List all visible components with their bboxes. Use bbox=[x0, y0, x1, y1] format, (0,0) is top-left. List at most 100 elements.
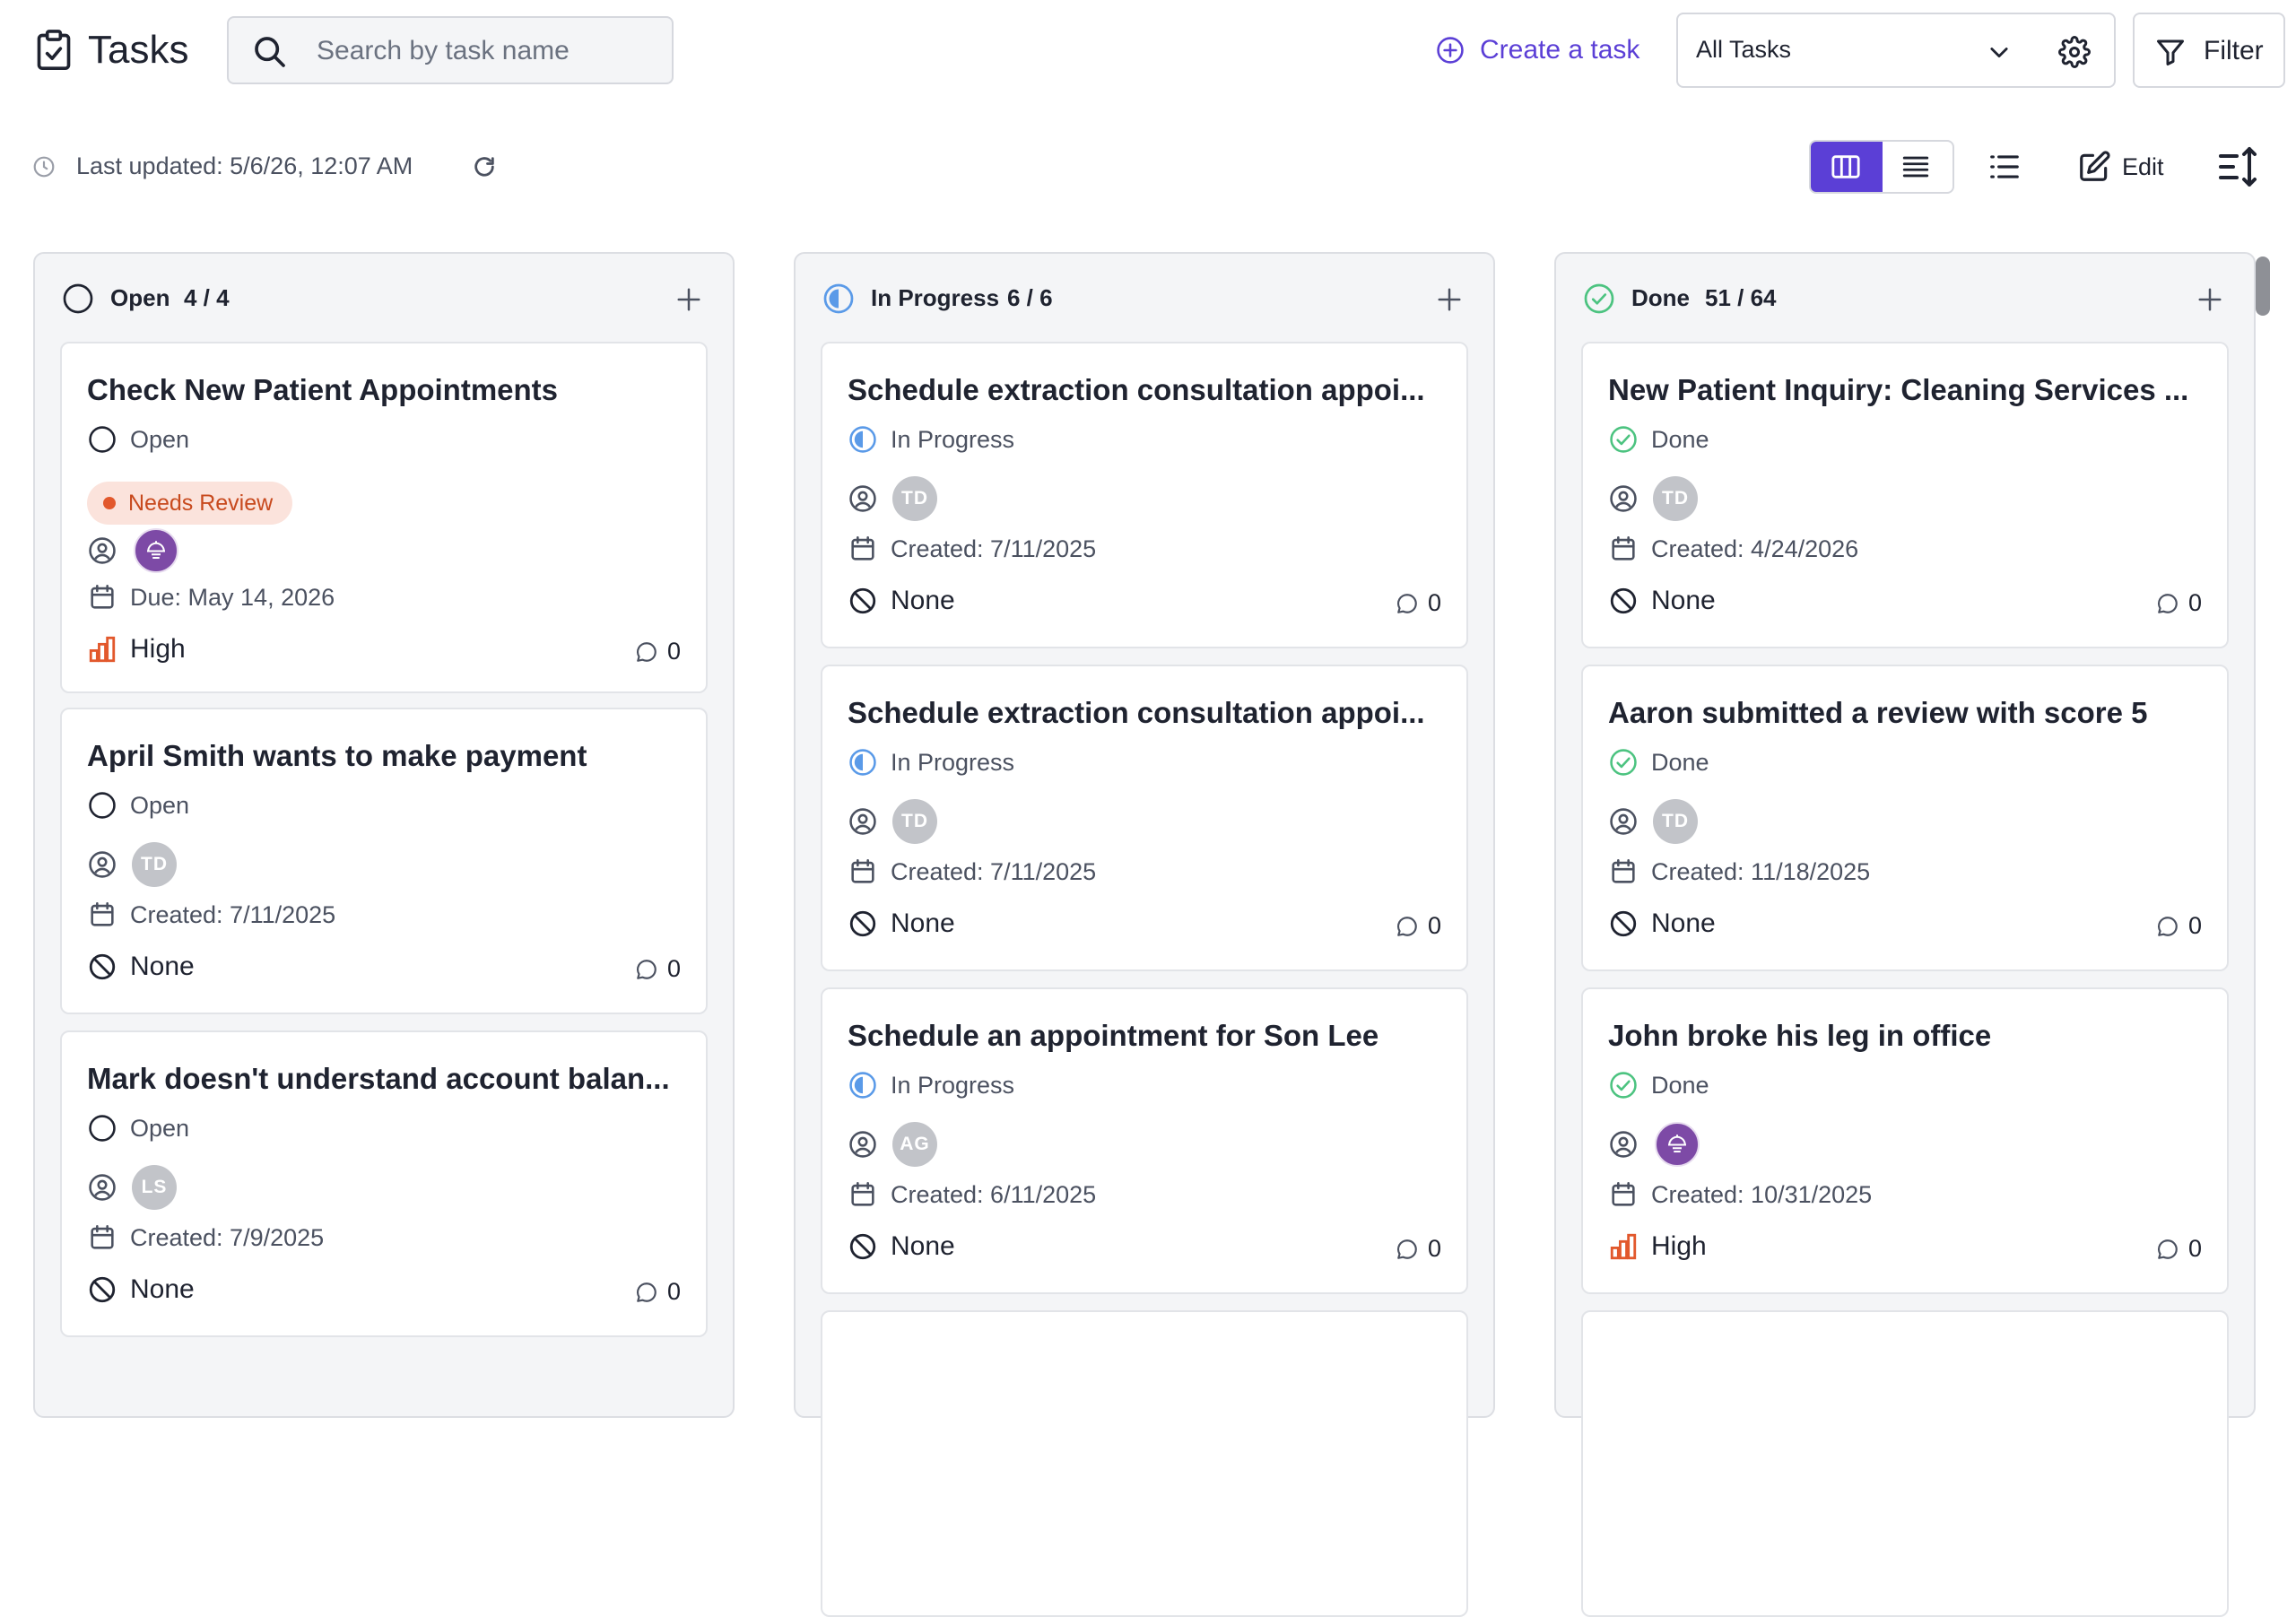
task-card[interactable]: Schedule extraction consultation appoi..… bbox=[821, 342, 1468, 648]
task-card[interactable] bbox=[1581, 1310, 2229, 1617]
no-priority-icon bbox=[1610, 910, 1637, 937]
task-date: Created: 4/24/2026 bbox=[1608, 534, 1858, 564]
board-view-button[interactable] bbox=[1811, 142, 1883, 192]
comment-icon bbox=[1396, 593, 1417, 613]
comment-count: 0 bbox=[2187, 589, 2202, 616]
task-card[interactable]: Aaron submitted a review with score 5 Do… bbox=[1581, 665, 2229, 971]
task-title: Check New Patient Appointments bbox=[87, 373, 559, 406]
assignee-avatar: TD bbox=[892, 799, 937, 844]
sort-icon[interactable] bbox=[2217, 145, 2260, 188]
in-progress-status-icon bbox=[823, 283, 854, 314]
calendar-icon bbox=[91, 584, 114, 609]
task-card[interactable] bbox=[821, 1310, 1468, 1617]
status-label: Done bbox=[1651, 1071, 1709, 1099]
comment-count: 0 bbox=[666, 1278, 681, 1305]
gear-icon bbox=[2058, 36, 2091, 68]
priority-label: None bbox=[1651, 908, 1716, 938]
date-label: Created: 11/18/2025 bbox=[1651, 857, 1871, 885]
task-card[interactable]: John broke his leg in office Done Create… bbox=[1581, 987, 2229, 1294]
comments-count: 0 bbox=[635, 1278, 681, 1306]
priority-label: None bbox=[1651, 586, 1716, 615]
badge-label: Needs Review bbox=[128, 490, 274, 516]
edit-label: Edit bbox=[2122, 152, 2164, 180]
no-priority-icon bbox=[1610, 587, 1637, 614]
task-card[interactable]: Mark doesn't understand account balan...… bbox=[60, 1030, 708, 1337]
list-view-icon[interactable] bbox=[1987, 151, 2022, 183]
task-priority: High bbox=[87, 634, 186, 665]
task-assignee: TD bbox=[848, 799, 937, 844]
add-task-icon[interactable] bbox=[2196, 286, 2223, 313]
task-date: Created: 7/11/2025 bbox=[87, 900, 335, 930]
priority-label: High bbox=[1651, 1231, 1707, 1261]
date-label: Created: 10/31/2025 bbox=[1651, 1180, 1873, 1208]
assignee-avatar bbox=[134, 528, 178, 573]
calendar-icon bbox=[851, 858, 874, 883]
refresh-icon[interactable] bbox=[472, 154, 497, 179]
column-header: In Progress 6 / 6 bbox=[796, 254, 1493, 343]
assignee-avatar: LS bbox=[132, 1165, 177, 1210]
search-icon bbox=[255, 37, 285, 67]
column-count: 51 / 64 bbox=[1705, 284, 1777, 311]
comment-count: 0 bbox=[2187, 912, 2202, 939]
task-card[interactable]: April Smith wants to make payment Open T… bbox=[60, 708, 708, 1014]
assignee-avatar: TD bbox=[132, 842, 177, 887]
edit-button[interactable]: Edit bbox=[2077, 149, 2164, 185]
task-date: Due: May 14, 2026 bbox=[87, 582, 335, 613]
comment-count: 0 bbox=[666, 955, 681, 982]
comments-count: 0 bbox=[635, 638, 681, 665]
comment-icon bbox=[2157, 1239, 2178, 1259]
date-label: Created: 7/9/2025 bbox=[130, 1223, 325, 1251]
comments-count: 0 bbox=[635, 955, 681, 983]
task-status: Done bbox=[1608, 424, 1709, 455]
status-label: In Progress bbox=[891, 748, 1015, 776]
column-in-progress: In Progress 6 / 6 Schedule extraction co… bbox=[794, 252, 1495, 1617]
add-task-icon[interactable] bbox=[1436, 286, 1463, 313]
comment-icon bbox=[2157, 916, 2178, 936]
add-task-icon[interactable] bbox=[675, 286, 702, 313]
task-date: Created: 7/11/2025 bbox=[848, 534, 1096, 564]
column-name: Done bbox=[1631, 284, 1690, 311]
task-card[interactable]: New Patient Inquiry: Cleaning Services .… bbox=[1581, 342, 2229, 648]
task-card[interactable]: Check New Patient Appointments Open Need… bbox=[60, 342, 708, 693]
filter-button[interactable]: Filter bbox=[2133, 13, 2285, 88]
task-assignee bbox=[87, 528, 178, 573]
no-priority-icon bbox=[849, 587, 876, 614]
user-circle-icon bbox=[1610, 485, 1637, 512]
status-label: Open bbox=[130, 791, 190, 819]
chevron-down-icon bbox=[1990, 48, 2008, 58]
task-title: April Smith wants to make payment bbox=[87, 739, 587, 772]
task-title: Schedule an appointment for Son Lee bbox=[848, 1019, 1379, 1052]
create-task-button[interactable]: Create a task bbox=[1435, 30, 1639, 70]
no-priority-icon bbox=[89, 1276, 116, 1303]
board-scrollbar[interactable] bbox=[2256, 256, 2270, 316]
date-label: Created: 4/24/2026 bbox=[1651, 535, 1859, 562]
search-box[interactable] bbox=[227, 16, 674, 84]
logo-icon bbox=[1668, 1135, 1686, 1152]
open-status-icon bbox=[89, 1115, 116, 1142]
priority-high-icon bbox=[1610, 1233, 1637, 1260]
comment-icon bbox=[636, 1282, 657, 1302]
calendar-icon bbox=[91, 901, 114, 926]
comment-count: 0 bbox=[1427, 1235, 1441, 1262]
no-priority-icon bbox=[849, 910, 876, 937]
user-circle-icon bbox=[849, 485, 876, 512]
task-priority: High bbox=[1608, 1231, 1707, 1262]
logo-icon bbox=[147, 541, 165, 559]
settings-button[interactable] bbox=[2033, 13, 2116, 88]
status-label: In Progress bbox=[891, 1071, 1015, 1099]
priority-label: None bbox=[130, 952, 195, 981]
search-input[interactable] bbox=[317, 30, 657, 72]
filter-icon bbox=[2157, 39, 2184, 65]
task-title: Mark doesn't understand account balan... bbox=[87, 1062, 670, 1095]
task-card[interactable]: Schedule an appointment for Son Lee In P… bbox=[821, 987, 1468, 1294]
rows-icon bbox=[1902, 156, 1929, 178]
task-status: In Progress bbox=[848, 424, 1014, 455]
task-assignee: AG bbox=[848, 1122, 937, 1167]
status-label: In Progress bbox=[891, 425, 1015, 453]
task-card[interactable]: Schedule extraction consultation appoi..… bbox=[821, 665, 1468, 971]
status-label: Open bbox=[130, 425, 190, 453]
task-title: John broke his leg in office bbox=[1608, 1019, 1992, 1052]
task-view-select[interactable]: All Tasks bbox=[1676, 13, 2035, 88]
task-priority: None bbox=[87, 1274, 195, 1305]
task-priority: None bbox=[848, 1231, 955, 1262]
